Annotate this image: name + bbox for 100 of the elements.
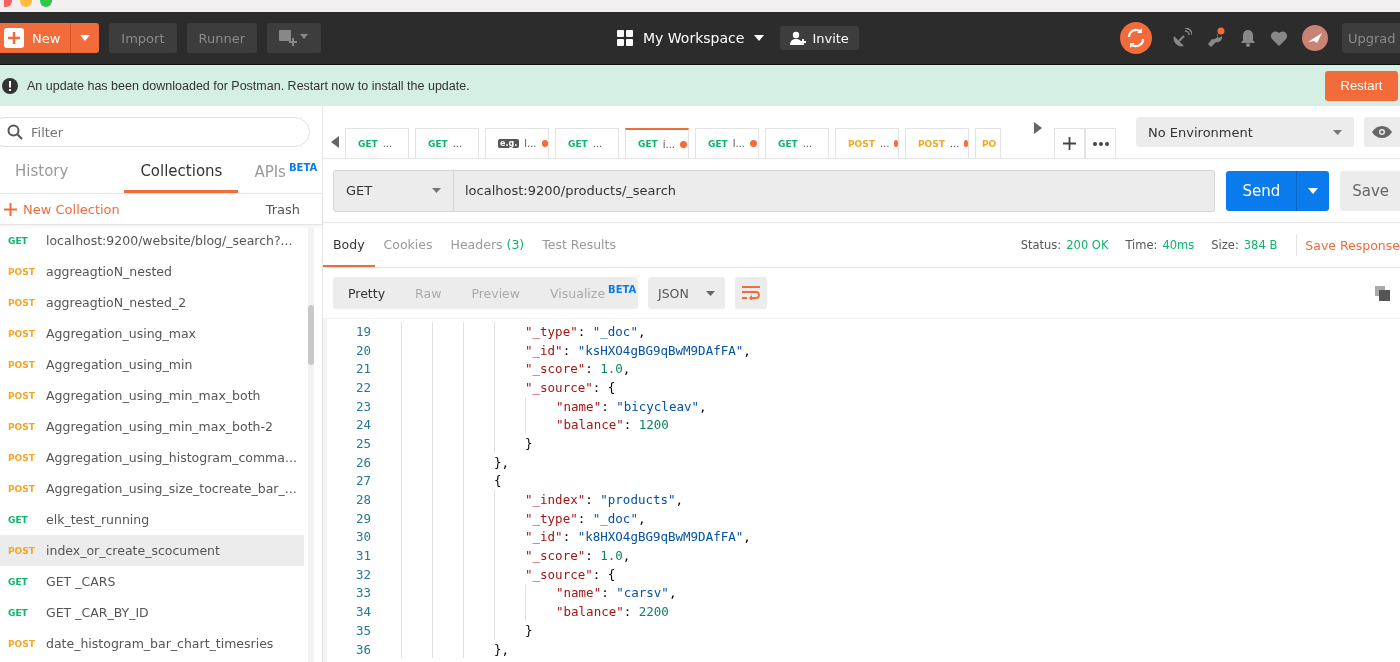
time-value: 40ms [1162,238,1195,252]
environment-quick-look-button[interactable] [1364,117,1400,147]
code-line: "_score": 1.0, [525,361,631,377]
request-item[interactable]: POST Aggregation_using_histogram_comma... [0,442,304,473]
request-item[interactable]: POST aggreagtioN_nested [0,256,304,287]
line-number: 33 [354,585,371,601]
more-icon [1092,141,1109,146]
request-item[interactable]: POST Aggregation_using_size_tocreate_bar_... [0,473,304,504]
caret-icon [754,35,765,41]
line-number: 25 [354,435,371,451]
line-number: 34 [354,604,371,620]
sidebar-tab[interactable]: APIs $^{BETA}$ [238,152,334,193]
method-select[interactable]: GET [333,169,454,212]
request-item[interactable]: POST aggreagtioN_nested_2 [0,287,304,318]
request-item[interactable]: GET GET _CARS [0,566,304,597]
caret-icon [432,188,441,193]
bell-icon[interactable] [1240,29,1256,47]
satellite-icon[interactable] [1172,28,1192,48]
sidebar-tab[interactable]: Collections [124,152,239,193]
request-tab[interactable]: GET i... [625,128,689,158]
plus-icon [4,28,24,48]
code-line: "_source": { [525,379,616,395]
code-line: "_id": "ksHXO4gBG9qBwM9DAfFA", [525,342,751,358]
request-item[interactable]: POST Aggregation_using_max [0,318,304,349]
trash-button[interactable]: Trash [265,201,300,217]
caret-icon [80,35,91,41]
sync-icon[interactable] [1120,22,1152,54]
request-item[interactable]: POST date_histogram_bar_chart_timesries [0,628,304,659]
scrollbar[interactable] [308,227,314,662]
plus-icon [1063,137,1076,150]
status-value: 200 OK [1066,238,1109,252]
size-value: 384 B [1243,238,1278,252]
update-message: An update has been downloaded for Postman. Restart now to install the update. [27,78,470,93]
request-tab[interactable]: GET ... [345,128,409,158]
caret-icon [706,290,715,296]
line-number: 35 [354,622,371,638]
request-item[interactable]: POST Aggregation_using_min_max_both-2 [0,411,304,442]
request-item[interactable]: POST Aggregation_using_min [0,349,304,380]
request-tab[interactable]: POST ... [905,128,969,158]
request-tab[interactable]: POST ... [835,128,899,158]
line-number: 21 [354,361,371,377]
line-number: 29 [354,510,371,526]
heart-icon[interactable] [1270,30,1288,46]
wrap-lines-button[interactable] [735,277,767,309]
scroll-left-icon[interactable] [331,136,339,148]
code-line: "_id": "k8HXO4gBG9qBwM9DAfFA", [525,529,751,545]
eye-icon [1372,126,1392,138]
line-number: 36 [354,641,371,657]
add-user-icon [790,30,807,46]
format-select[interactable]: JSON [648,277,725,309]
code-line: }, [494,454,510,470]
alert-icon [2,77,18,94]
new-window-button[interactable] [267,23,322,53]
line-number: 22 [354,379,371,395]
copy-icon[interactable] [1375,285,1390,301]
response-tab[interactable]: Body [323,223,375,267]
code-line: "name": "bicycleav", [556,398,707,414]
request-tab[interactable]: e.g. l... [485,128,549,158]
line-number: 32 [354,566,371,582]
filter-input[interactable]: Filter [29,123,233,141]
line-number: 20 [354,342,371,358]
request-item[interactable]: GET elk_test_running [0,504,304,535]
request-item[interactable]: GET GET _CAR_BY_ID [0,597,304,628]
code-line: "name": "carsv", [556,585,677,601]
caret-icon [1308,187,1319,194]
avatar-icon[interactable] [1302,25,1328,51]
code-line: "_type": "_doc", [525,323,646,339]
send-button[interactable]: Send [1226,170,1330,211]
code-line: } [525,622,533,638]
workspace-menu[interactable]: My Workspace [611,29,771,47]
line-number: 26 [354,454,371,470]
line-number: 28 [354,492,371,508]
line-number: 27 [354,473,371,489]
environment-select[interactable]: No Environment [1136,117,1354,147]
line-number: 23 [354,398,371,414]
wrench-icon[interactable] [1206,27,1226,49]
request-tab[interactable]: GET ... [555,128,619,158]
scroll-right-icon[interactable] [1034,121,1042,134]
request-tab[interactable]: GET ... [415,128,479,158]
code-line: "_score": 1.0, [525,548,631,564]
new-tab-button[interactable] [1054,128,1085,158]
line-number: 24 [354,417,371,433]
code-line: "balance": 2200 [556,604,669,620]
code-line: } [525,435,533,451]
more-button[interactable] [1085,128,1116,158]
request-tab[interactable]: GET l... [695,128,759,158]
code-line: "balance": 1200 [556,417,669,433]
url-field[interactable]: localhost:9200/products/_search [454,169,1216,212]
request-tab[interactable]: GET ... [765,128,829,158]
plus-icon [4,202,17,216]
request-item[interactable]: POST Aggregation_using_min_max_both [0,380,304,411]
view-mode-tab[interactable]: Pretty [333,277,401,309]
search-icon [7,124,23,140]
request-item[interactable]: GET localhost:9200/website/blog/_search?... [0,225,304,256]
grid-icon [617,30,634,46]
line-number: 31 [354,548,371,564]
code-line: "_source": { [525,566,616,582]
invite-button[interactable]: Invite [780,26,859,50]
save-button[interactable]: Save [1340,170,1400,211]
request-item[interactable]: POST index_or_create_scocument [0,535,304,566]
